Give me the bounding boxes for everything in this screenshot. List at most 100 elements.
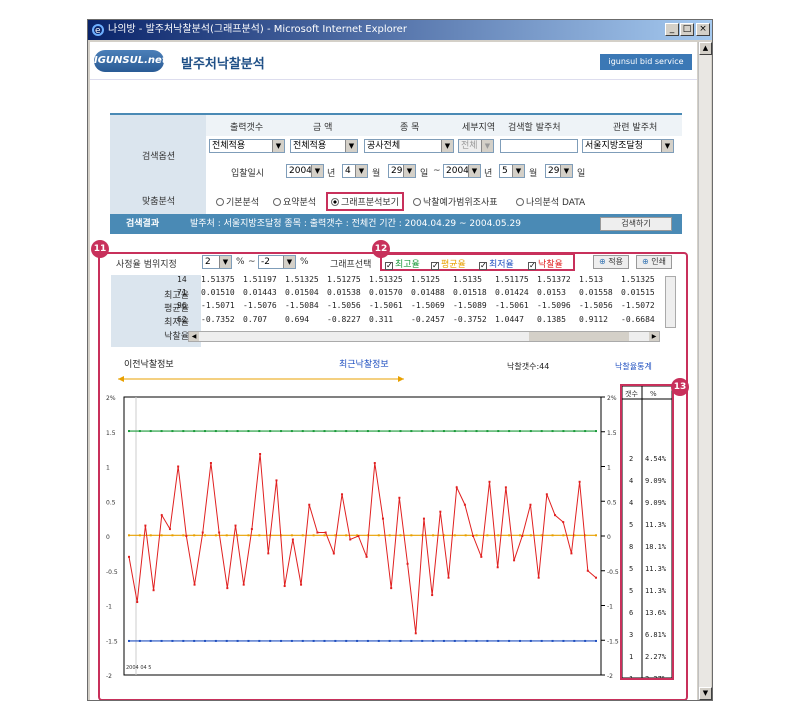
chevron-down-icon: ▼	[345, 140, 357, 152]
series-point	[209, 462, 212, 465]
series-point	[138, 534, 141, 537]
stat-cell: 0.01424	[495, 288, 529, 297]
search-button[interactable]: 검색하기	[600, 217, 672, 231]
range-label: 사정율 범위지정	[116, 260, 177, 270]
series-point	[410, 534, 413, 537]
plus-icon: ⊕	[599, 257, 609, 266]
series-point	[149, 534, 152, 537]
y-tick-label-left: 0.5	[106, 499, 116, 506]
stat-cell: 0.694	[285, 315, 310, 324]
print-button[interactable]: ⊕ 인쇄	[636, 255, 672, 269]
series-point	[171, 534, 174, 537]
graph-checkboxes: ✓ 최고율 ✓ 평균율 ✓ 최저율 ✓ 낙찰율	[380, 253, 575, 271]
close-button[interactable]: ×	[696, 23, 710, 36]
radio-graph[interactable]: 그래프분석보기	[326, 192, 404, 211]
series-point	[316, 531, 319, 534]
stat-cell: 0.01570	[369, 288, 403, 297]
radio-range-survey[interactable]: 낙찰예가범위조사표	[413, 195, 498, 208]
dist-count-cell: 4	[629, 477, 633, 485]
series-point	[168, 528, 171, 531]
to-month-select[interactable]: 5 ▼	[499, 164, 525, 178]
apply-button[interactable]: ⊕ 적용	[593, 255, 629, 269]
series-point	[280, 639, 283, 642]
series-point	[269, 430, 272, 433]
from-year-select[interactable]: 2004 ▼	[286, 164, 324, 178]
related-client-select[interactable]: 서울지방조달청 ▼	[582, 139, 674, 153]
series-point	[365, 555, 368, 558]
check-bid-rate[interactable]: ✓ 낙찰율	[528, 257, 563, 270]
chevron-down-icon: ▼	[512, 165, 524, 177]
series-point	[521, 535, 524, 537]
window-vscroll[interactable]: ▲ ▼	[698, 42, 712, 700]
series-point	[377, 639, 380, 642]
series-point	[475, 534, 478, 537]
col-category: 종 목	[400, 123, 420, 133]
search-client-input[interactable]	[500, 139, 578, 153]
title-bar: e 나의방 - 발주처낙찰분석(그래프분석) - Microsoft Inter…	[88, 20, 712, 40]
series-point	[540, 639, 543, 642]
stat-cell: 62	[177, 315, 187, 324]
scroll-down-icon[interactable]: ▼	[699, 687, 712, 700]
series-point	[464, 534, 467, 537]
series-point	[573, 639, 576, 642]
series-point	[312, 639, 315, 642]
series-point	[182, 534, 185, 537]
series-point	[486, 534, 489, 537]
radio-summary[interactable]: 요약분석	[273, 195, 316, 208]
minimize-button[interactable]: _	[665, 23, 679, 36]
series-point	[242, 583, 245, 586]
series-point	[453, 639, 456, 642]
page-title: 발주처낙찰분석	[181, 57, 265, 72]
check-avg-rate[interactable]: ✓ 평균율	[431, 257, 466, 270]
amount-select[interactable]: 전체적용 ▼	[290, 139, 358, 153]
series-point	[480, 555, 483, 558]
range-to-select[interactable]: -2 ▼	[258, 255, 296, 269]
radio-my-data[interactable]: 나의분석 DATA	[516, 195, 585, 208]
y-tick-label-right: 0	[607, 534, 611, 541]
stat-cell: 0.9112	[579, 315, 608, 324]
category-select[interactable]: 공사전체 ▼	[364, 139, 454, 153]
arrow-right-icon[interactable]: ▶	[649, 332, 659, 341]
series-point	[529, 534, 532, 537]
from-day-select[interactable]: 29 ▼	[388, 164, 416, 178]
dist-count-cell: 1	[629, 653, 633, 661]
chevron-down-icon: ▼	[481, 140, 493, 152]
series-point	[349, 538, 352, 541]
maximize-button[interactable]: □	[680, 23, 694, 36]
stats-vscroll[interactable]	[665, 276, 676, 328]
dist-pct-cell: 13.6%	[645, 609, 667, 617]
site-logo[interactable]: IGUNSUL.net	[94, 50, 167, 72]
to-year-select[interactable]: 2004 ▼	[443, 164, 481, 178]
from-month-select[interactable]: 4 ▼	[342, 164, 368, 178]
to-day-select[interactable]: 29 ▼	[545, 164, 573, 178]
series-point	[267, 552, 270, 555]
series-point	[171, 430, 174, 433]
series-point	[508, 430, 511, 433]
dist-pct-cell: 11.3%	[645, 521, 667, 529]
range-from-select[interactable]: 2 ▼	[202, 255, 232, 269]
series-point	[308, 503, 311, 506]
badge-13: 13	[671, 378, 689, 396]
series-point	[584, 639, 587, 642]
arrow-left-icon[interactable]: ◀	[189, 332, 199, 341]
series-point	[464, 430, 467, 433]
check-min-rate[interactable]: ✓ 최저율	[479, 257, 514, 270]
series-point	[518, 534, 521, 537]
stats-hscroll[interactable]: ◀ ▶	[188, 331, 660, 342]
series-point	[488, 480, 491, 483]
check-max-rate[interactable]: ✓ 최고율	[385, 257, 420, 270]
scroll-thumb[interactable]	[529, 332, 629, 341]
series-point	[280, 430, 283, 433]
page-header: IGUNSUL.net 발주처낙찰분석 igunsul bid service	[90, 42, 697, 80]
series-point	[356, 639, 359, 642]
y-tick-label-left: -1	[106, 604, 112, 611]
output-count-select[interactable]: 전체적용 ▼	[209, 139, 285, 153]
series-point	[388, 639, 391, 642]
series-point	[136, 601, 139, 604]
scroll-up-icon[interactable]: ▲	[699, 42, 712, 55]
region-select[interactable]: 전체 ▼	[458, 139, 494, 153]
stat-cell: 1.51175	[495, 275, 529, 284]
series-point	[301, 534, 304, 537]
radio-basic[interactable]: 기본분석	[216, 195, 259, 208]
series-point	[595, 576, 597, 579]
